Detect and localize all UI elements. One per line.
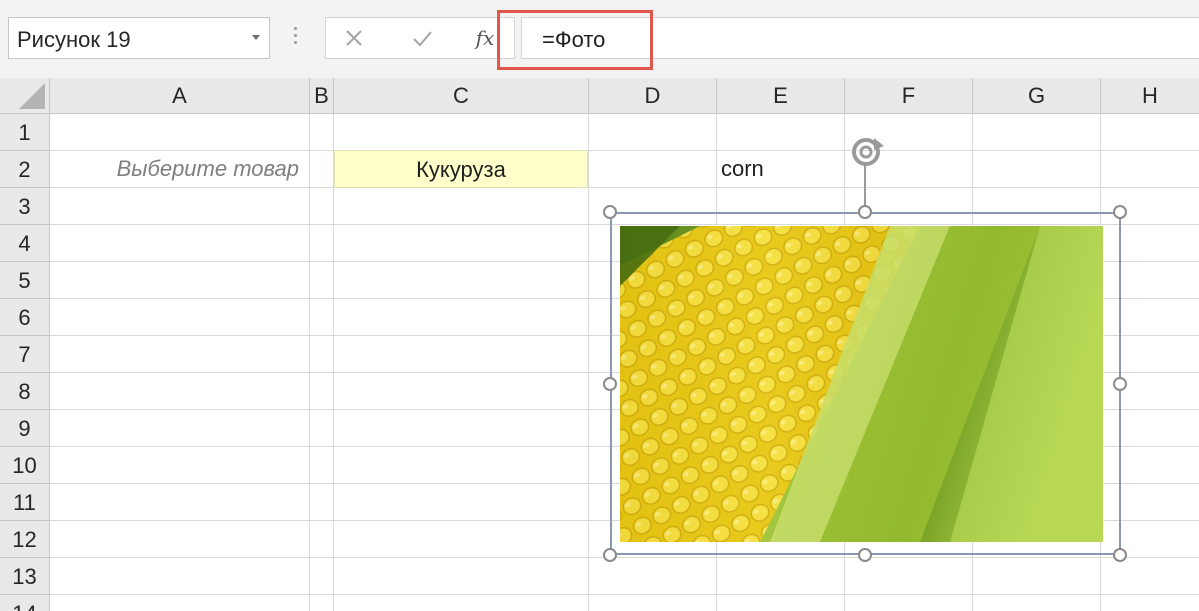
- gridline: [309, 114, 310, 611]
- column-header[interactable]: D: [589, 78, 717, 114]
- row-header[interactable]: 8: [0, 373, 50, 410]
- resize-handle-w[interactable]: [603, 377, 617, 391]
- check-icon: [413, 31, 432, 47]
- gridline: [50, 557, 1199, 558]
- highlight-annotation: [497, 10, 653, 70]
- row-header[interactable]: 13: [0, 558, 50, 595]
- spreadsheet-grid[interactable]: A B C D E F G H 1 2 3 4 5 6 7 8 9 10 11 …: [0, 78, 1199, 611]
- row-header[interactable]: 5: [0, 262, 50, 299]
- corn-photo: [620, 226, 1103, 542]
- column-header[interactable]: G: [973, 78, 1101, 114]
- column-header[interactable]: A: [50, 78, 310, 114]
- select-all-icon: [19, 83, 45, 109]
- row-header[interactable]: 11: [0, 484, 50, 521]
- insert-function-button[interactable]: fx: [470, 24, 500, 52]
- row-header[interactable]: 3: [0, 188, 50, 225]
- column-header[interactable]: H: [1101, 78, 1199, 114]
- gridline: [50, 187, 1199, 188]
- formula-buttons: fx: [325, 17, 515, 59]
- row-header[interactable]: 9: [0, 410, 50, 447]
- name-box[interactable]: Рисунок 19: [8, 17, 270, 59]
- row-header[interactable]: 1: [0, 114, 50, 151]
- column-header[interactable]: F: [845, 78, 973, 114]
- row-header[interactable]: 12: [0, 521, 50, 558]
- column-header[interactable]: C: [334, 78, 589, 114]
- resize-handle-se[interactable]: [1113, 548, 1127, 562]
- rotate-icon[interactable]: [846, 132, 886, 172]
- picture-object[interactable]: [610, 212, 1121, 555]
- resize-handle-n[interactable]: [858, 205, 872, 219]
- row-header[interactable]: 4: [0, 225, 50, 262]
- row-header[interactable]: 14: [0, 595, 50, 611]
- name-box-value: Рисунок 19: [17, 27, 131, 52]
- resize-handle-ne[interactable]: [1113, 205, 1127, 219]
- gridline: [333, 114, 334, 611]
- column-header[interactable]: E: [717, 78, 845, 114]
- column-header[interactable]: B: [310, 78, 334, 114]
- row-header[interactable]: 7: [0, 336, 50, 373]
- formula-bar: Рисунок 19 fx =Фото: [0, 0, 1199, 78]
- row-header[interactable]: 6: [0, 299, 50, 336]
- gridline: [588, 114, 589, 611]
- select-all-button[interactable]: [0, 78, 50, 114]
- chevron-down-icon[interactable]: [252, 35, 260, 40]
- cell-a2[interactable]: Выберите товар: [50, 151, 309, 187]
- cell-e2[interactable]: corn: [717, 151, 844, 187]
- row-header[interactable]: 10: [0, 447, 50, 484]
- resize-handle-nw[interactable]: [603, 205, 617, 219]
- gridline: [50, 594, 1199, 595]
- drag-handle-icon[interactable]: [294, 27, 298, 48]
- resize-handle-e[interactable]: [1113, 377, 1127, 391]
- enter-button[interactable]: [408, 24, 436, 52]
- cell-c2[interactable]: Кукуруза: [334, 150, 588, 188]
- resize-handle-s[interactable]: [858, 548, 872, 562]
- close-icon: [346, 30, 362, 46]
- row-header[interactable]: 2: [0, 151, 50, 188]
- resize-handle-sw[interactable]: [603, 548, 617, 562]
- cancel-button[interactable]: [340, 24, 368, 52]
